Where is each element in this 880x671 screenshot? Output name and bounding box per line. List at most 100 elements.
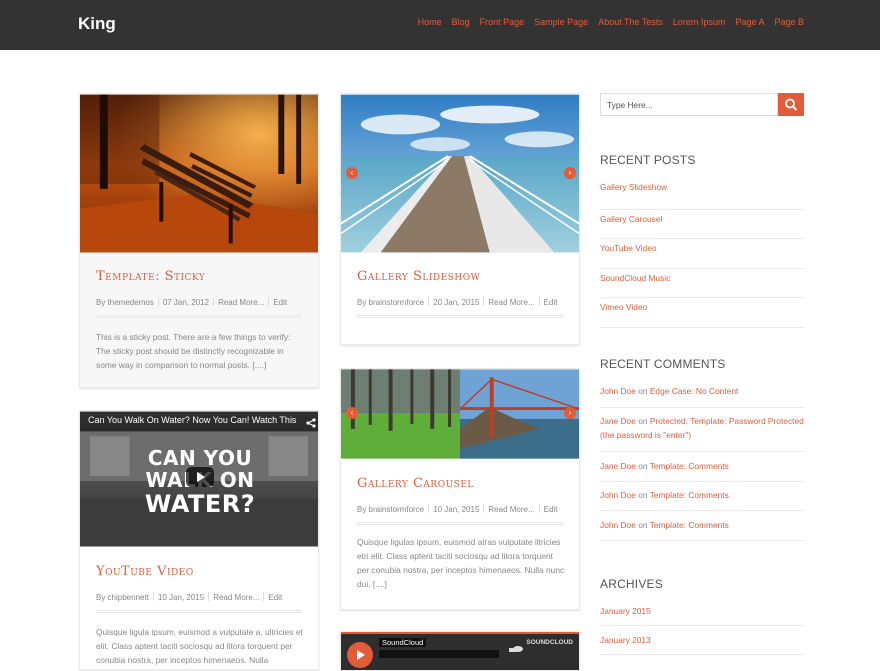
post-card-gallery-slideshow: ‹ › Gallery Slideshow By brainstormforce… — [340, 93, 580, 345]
slider-prev-icon[interactable]: ‹ — [346, 167, 358, 179]
share-icon[interactable] — [306, 415, 316, 428]
meta-divider — [96, 610, 302, 613]
comment-author[interactable]: John Doe — [600, 490, 636, 500]
archives-title: ARCHIVES — [600, 577, 663, 591]
nav-blog[interactable]: Blog — [452, 17, 470, 27]
nav-page-b[interactable]: Page B — [774, 17, 804, 27]
recent-comments-title: RECENT COMMENTS — [600, 357, 726, 371]
nav-home[interactable]: Home — [418, 17, 442, 27]
recent-posts-list: Gallery Slideshow Gallery Carousel YouTu… — [600, 180, 804, 328]
search-input[interactable]: Type Here... — [600, 93, 778, 116]
comment-post-link[interactable]: Edge Case: No Content — [650, 386, 738, 396]
overlay-line: WATER? — [144, 490, 256, 518]
soundcloud-player[interactable]: SoundCloud SOUNDCLOUD — [341, 632, 579, 670]
post-meta: By themedemos 07 Jan, 2012 Read More... Edi… — [96, 297, 287, 307]
site-header: King Home Blog Front Page Sample Page Ab… — [0, 0, 880, 50]
post-title[interactable]: YouTube Video — [96, 564, 194, 579]
post-excerpt: Quisque ligula ipsum, euismod a vulputat… — [96, 627, 303, 665]
recent-comment: Jane Doe on Template: Comments — [600, 452, 804, 482]
post-title[interactable]: Gallery Slideshow — [357, 269, 480, 284]
post-author[interactable]: By brainstormforce — [357, 505, 424, 514]
archive-link[interactable]: January 2013 — [600, 626, 804, 655]
post-author[interactable]: By themedemos — [96, 298, 154, 307]
post-date: 10 Jan, 2015 — [433, 505, 480, 514]
post-card-youtube: Can You Walk On Water? Now You Can! Watc… — [79, 410, 319, 670]
comment-author[interactable]: John Doe — [600, 386, 636, 396]
recent-comment: Jane Doe on Protected: Template: Passwor… — [600, 408, 804, 452]
post-excerpt: This is a sticky post. There are a few t… — [96, 332, 291, 370]
comment-post-link[interactable]: Template: Comments — [650, 490, 729, 500]
play-icon[interactable] — [186, 467, 214, 487]
comment-author[interactable]: Jane Doe — [600, 416, 636, 426]
comment-author[interactable]: Jane Doe — [600, 461, 636, 471]
recent-post-link[interactable]: SoundCloud Music — [600, 269, 804, 298]
meta-divider — [96, 315, 302, 318]
archive-link[interactable]: January 2015 — [600, 604, 804, 626]
nav-page-a[interactable]: Page A — [735, 17, 764, 27]
comment-on: on — [638, 461, 648, 471]
post-thumbnail-carousel[interactable] — [341, 369, 579, 459]
recent-comment: John Doe on Edge Case: No Content — [600, 384, 804, 408]
soundcloud-cloud-icon — [509, 639, 523, 652]
soundcloud-track-bar — [379, 650, 499, 658]
post-meta: By brainstormforce 10 Jan, 2015 Read More.… — [357, 504, 557, 514]
read-more-link[interactable]: Read More... — [218, 298, 264, 307]
comment-author[interactable]: John Doe — [600, 520, 636, 530]
comment-on: on — [638, 520, 648, 530]
nav-sample-page[interactable]: Sample Page — [534, 17, 588, 27]
meta-divider — [357, 315, 563, 318]
post-meta: By chipbennett 10 Jan, 2015 Read More... Ed… — [96, 592, 282, 602]
slider-next-icon[interactable]: › — [564, 167, 576, 179]
nav-about-the-tests[interactable]: About The Tests — [598, 17, 663, 27]
soundcloud-label: SoundCloud — [379, 638, 427, 647]
recent-post-link[interactable]: YouTube Video — [600, 239, 804, 269]
comment-on: on — [638, 490, 648, 500]
recent-post-link[interactable]: Vimeo Video — [600, 298, 804, 328]
comment-post-link[interactable]: Template: Comments — [650, 461, 729, 471]
post-date: 10 Jan, 2015 — [157, 593, 205, 602]
search-button[interactable] — [778, 93, 804, 116]
edit-link[interactable]: Edit — [273, 298, 287, 307]
post-meta: By brainstormforce 20 Jan, 2015 Read More.… — [357, 297, 557, 307]
nav-lorem-ipsum[interactable]: Lorem Ipsum — [673, 17, 726, 27]
post-title[interactable]: Gallery Carousel — [357, 476, 474, 491]
read-more-link[interactable]: Read More... — [213, 593, 259, 602]
nav-front-page[interactable]: Front Page — [480, 17, 525, 27]
post-excerpt: Quisque ligulas ipsum, euismod atras vul… — [357, 537, 565, 589]
comment-on: on — [638, 416, 648, 426]
site-title[interactable]: King — [78, 14, 116, 34]
read-more-link[interactable]: Read More... — [488, 505, 534, 514]
archives-list: January 2015 January 2013 — [600, 604, 804, 655]
overlay-line: CAN YOU — [147, 446, 253, 470]
post-author[interactable]: By chipbennett — [96, 593, 149, 602]
edit-link[interactable]: Edit — [268, 593, 282, 602]
search-icon — [785, 98, 798, 111]
post-author[interactable]: By brainstormforce — [357, 298, 424, 307]
main-nav: Home Blog Front Page Sample Page About T… — [408, 17, 804, 27]
recent-post-link[interactable]: Gallery Slideshow — [600, 180, 804, 210]
recent-posts-title: RECENT POSTS — [600, 153, 696, 167]
post-card-sticky: Template: Sticky By themedemos 07 Jan, 20… — [79, 93, 319, 388]
post-date: 20 Jan, 2015 — [433, 298, 480, 307]
recent-post-link[interactable]: Gallery Carousel — [600, 210, 804, 239]
recent-comment: John Doe on Template: Comments — [600, 511, 804, 541]
comment-post-link[interactable]: Template: Comments — [650, 520, 729, 530]
recent-comments-list: John Doe on Edge Case: No Content Jane D… — [600, 384, 804, 541]
carousel-prev-icon[interactable]: ‹ — [346, 407, 358, 419]
post-card-gallery-carousel: ‹ › Gallery Carousel By brainstormforce 1… — [340, 368, 580, 610]
post-title[interactable]: Template: Sticky — [96, 269, 205, 284]
edit-link[interactable]: Edit — [544, 505, 558, 514]
comment-on: on — [638, 386, 648, 396]
meta-divider — [357, 522, 563, 525]
post-date: 07 Jan, 2012 — [162, 298, 210, 307]
soundcloud-play-icon[interactable] — [347, 642, 373, 668]
video-caption[interactable]: Can You Walk On Water? Now You Can! Watc… — [88, 415, 296, 425]
carousel-next-icon[interactable]: › — [564, 407, 576, 419]
post-card-soundcloud: SoundCloud SOUNDCLOUD — [340, 631, 580, 671]
post-thumbnail-pier[interactable] — [341, 94, 579, 253]
soundcloud-brand: SOUNDCLOUD — [526, 639, 573, 646]
recent-comment: John Doe on Template: Comments — [600, 482, 804, 511]
read-more-link[interactable]: Read More... — [488, 298, 534, 307]
edit-link[interactable]: Edit — [544, 298, 558, 307]
post-thumbnail-autumn-bench[interactable] — [80, 94, 318, 253]
